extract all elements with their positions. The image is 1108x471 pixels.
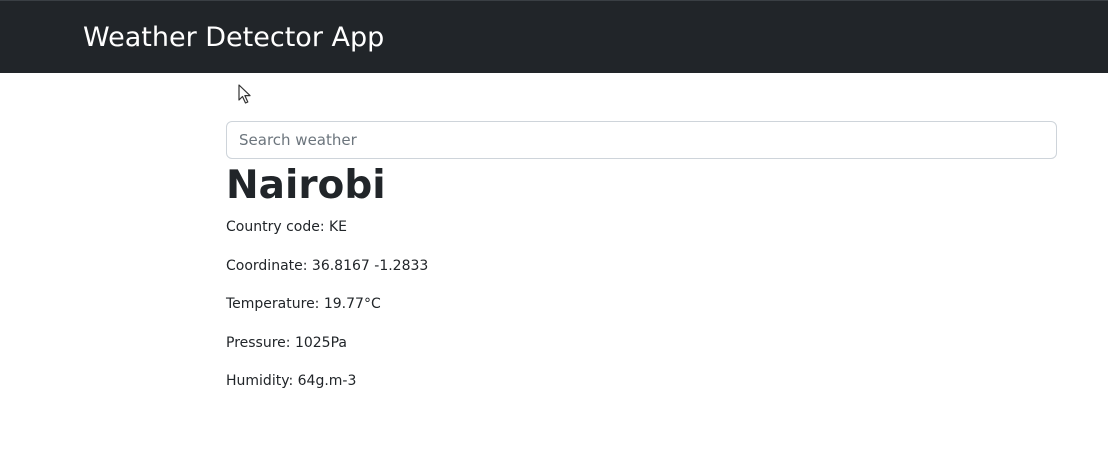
humidity-row: Humidity: 64g.m-3	[226, 372, 356, 390]
humidity-label: Humidity:	[226, 373, 298, 389]
coordinate-value: 36.8167 -1.2833	[311, 258, 429, 274]
navbar-brand[interactable]: Weather Detector App	[83, 21, 384, 55]
country-code-label: Country code:	[226, 219, 329, 235]
search-input[interactable]	[226, 121, 1057, 159]
coordinate-label: Coordinate:	[226, 258, 312, 274]
humidity-value: 64g.m-3	[297, 373, 357, 389]
country-code-row: Country code: KE	[226, 218, 347, 236]
temperature-value: 19.77°C	[323, 296, 381, 312]
mouse-pointer-icon	[238, 84, 251, 104]
temperature-row: Temperature: 19.77°C	[226, 295, 381, 313]
pressure-value: 1025Pa	[294, 335, 347, 351]
city-name: Nairobi	[226, 163, 386, 208]
coordinate-row: Coordinate: 36.8167 -1.2833	[226, 257, 428, 275]
country-code-value: KE	[329, 219, 348, 235]
pressure-label: Pressure:	[226, 335, 295, 351]
pressure-row: Pressure: 1025Pa	[226, 334, 347, 352]
navbar: Weather Detector App	[0, 0, 1108, 73]
temperature-label: Temperature:	[226, 296, 324, 312]
